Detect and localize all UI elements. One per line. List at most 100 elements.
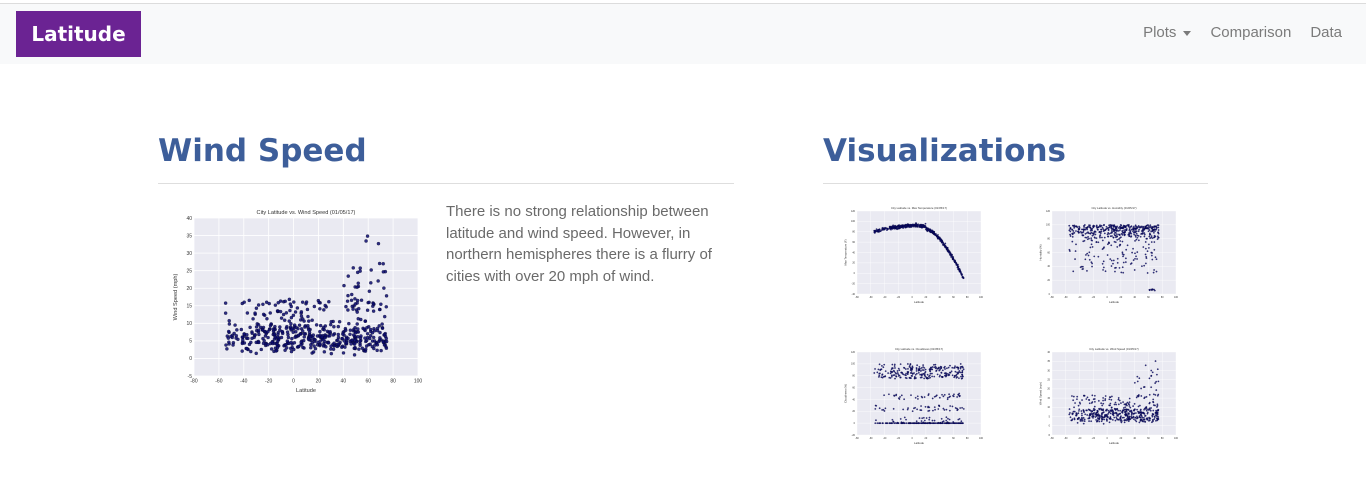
data-point [1136, 236, 1139, 239]
data-point [1118, 244, 1121, 247]
data-point [324, 345, 328, 349]
nav-data-link[interactable]: Data [1310, 24, 1342, 41]
data-point [348, 332, 352, 337]
data-point [231, 343, 235, 347]
cloudiness-thumbnail-link[interactable]: -80 -60 -40 -20 0 20 40 60 80 100-200204060801001… [843, 345, 986, 445]
data-point [920, 370, 922, 372]
data-point [1079, 418, 1082, 421]
data-point [928, 406, 931, 409]
data-point [1138, 411, 1140, 413]
data-point [1125, 414, 1127, 417]
data-point [1121, 251, 1124, 254]
data-point [938, 404, 940, 407]
data-point [1147, 409, 1150, 411]
data-point [1078, 410, 1080, 412]
brand-logo-link[interactable]: Latitude [16, 11, 141, 57]
data-point [1120, 418, 1122, 421]
wind-speed-chart: -80 -60 -40 -20 0 20 40 60 80 100-505101520253035… [173, 210, 422, 394]
data-point [1130, 409, 1133, 412]
data-point [1144, 253, 1147, 256]
data-point [1083, 394, 1086, 397]
data-point [370, 331, 375, 335]
data-point [1150, 386, 1153, 389]
data-point [901, 226, 904, 229]
data-point [934, 363, 937, 366]
data-point [1106, 420, 1108, 422]
humidity-thumbnail-link[interactable]: -80 -60 -40 -20 0 20 40 60 80 100020406080100120C… [1038, 204, 1181, 304]
data-point [318, 323, 323, 328]
data-point [1154, 256, 1157, 259]
data-point [1113, 224, 1116, 227]
data-point [902, 422, 904, 424]
data-point [272, 332, 277, 337]
data-point [1156, 394, 1159, 397]
data-point [1105, 409, 1107, 412]
data-point [962, 277, 965, 280]
data-point [894, 371, 897, 374]
data-point [1111, 235, 1113, 237]
data-point [874, 368, 876, 370]
data-point [1141, 420, 1144, 422]
data-point [1069, 235, 1072, 237]
y-tick-label: 40 [1047, 265, 1050, 268]
x-tick-label: 0 [911, 296, 913, 299]
data-point [364, 239, 368, 243]
x-tick-label: -80 [1050, 437, 1054, 440]
data-point [308, 335, 313, 339]
data-point [956, 422, 958, 424]
data-point [382, 343, 387, 347]
x-tick-label: 100 [979, 437, 984, 440]
data-point [928, 375, 930, 378]
wind-speed-thumbnail-link[interactable]: -80 -60 -40 -20 0 20 40 60 80 100-505101520253035… [1038, 345, 1181, 445]
data-point [1117, 418, 1120, 421]
nav-plots-dropdown[interactable]: Plots [1143, 24, 1192, 41]
data-point [1104, 414, 1106, 416]
data-point [1134, 252, 1136, 255]
data-point [1116, 235, 1119, 238]
data-point [371, 335, 376, 340]
data-point [1106, 243, 1109, 246]
data-point [889, 370, 892, 373]
x-tick-label: 80 [1161, 296, 1164, 299]
data-point [962, 408, 965, 410]
data-point [1108, 398, 1111, 401]
data-point [344, 328, 348, 332]
data-point [1119, 416, 1122, 419]
data-point [908, 422, 911, 424]
x-tick-label: -40 [883, 437, 887, 440]
data-point [1088, 416, 1091, 419]
data-point [377, 307, 382, 312]
data-point [1069, 226, 1072, 229]
data-point [1069, 233, 1071, 236]
data-point [1081, 399, 1083, 401]
data-point [313, 346, 318, 351]
data-point [959, 371, 962, 374]
data-point [907, 407, 909, 409]
data-point [1081, 412, 1083, 415]
data-point [956, 396, 958, 398]
data-point [1146, 237, 1148, 240]
data-point [1114, 234, 1116, 237]
max-temp-thumbnail-link[interactable]: -80 -60 -40 -20 0 20 40 60 80 100-40-200204060801… [843, 204, 986, 304]
data-point [1102, 266, 1105, 269]
data-point [937, 408, 940, 410]
data-point [1107, 227, 1110, 229]
y-tick-label: 80 [852, 231, 855, 234]
data-point [1103, 236, 1106, 239]
data-point [322, 350, 327, 354]
data-point [900, 394, 903, 397]
data-point [1125, 257, 1127, 260]
x-tick-label: 0 [292, 379, 295, 385]
data-point [241, 338, 245, 342]
data-point [938, 375, 941, 378]
data-point [914, 396, 917, 399]
data-point [1076, 226, 1079, 229]
y-tick-label: 0 [854, 272, 856, 275]
data-point [1116, 225, 1118, 228]
data-point [350, 292, 354, 297]
data-point [1146, 250, 1149, 252]
data-point [1132, 247, 1134, 250]
data-point [919, 376, 922, 379]
nav-comparison-link[interactable]: Comparison [1210, 24, 1291, 41]
data-point [1087, 254, 1090, 257]
